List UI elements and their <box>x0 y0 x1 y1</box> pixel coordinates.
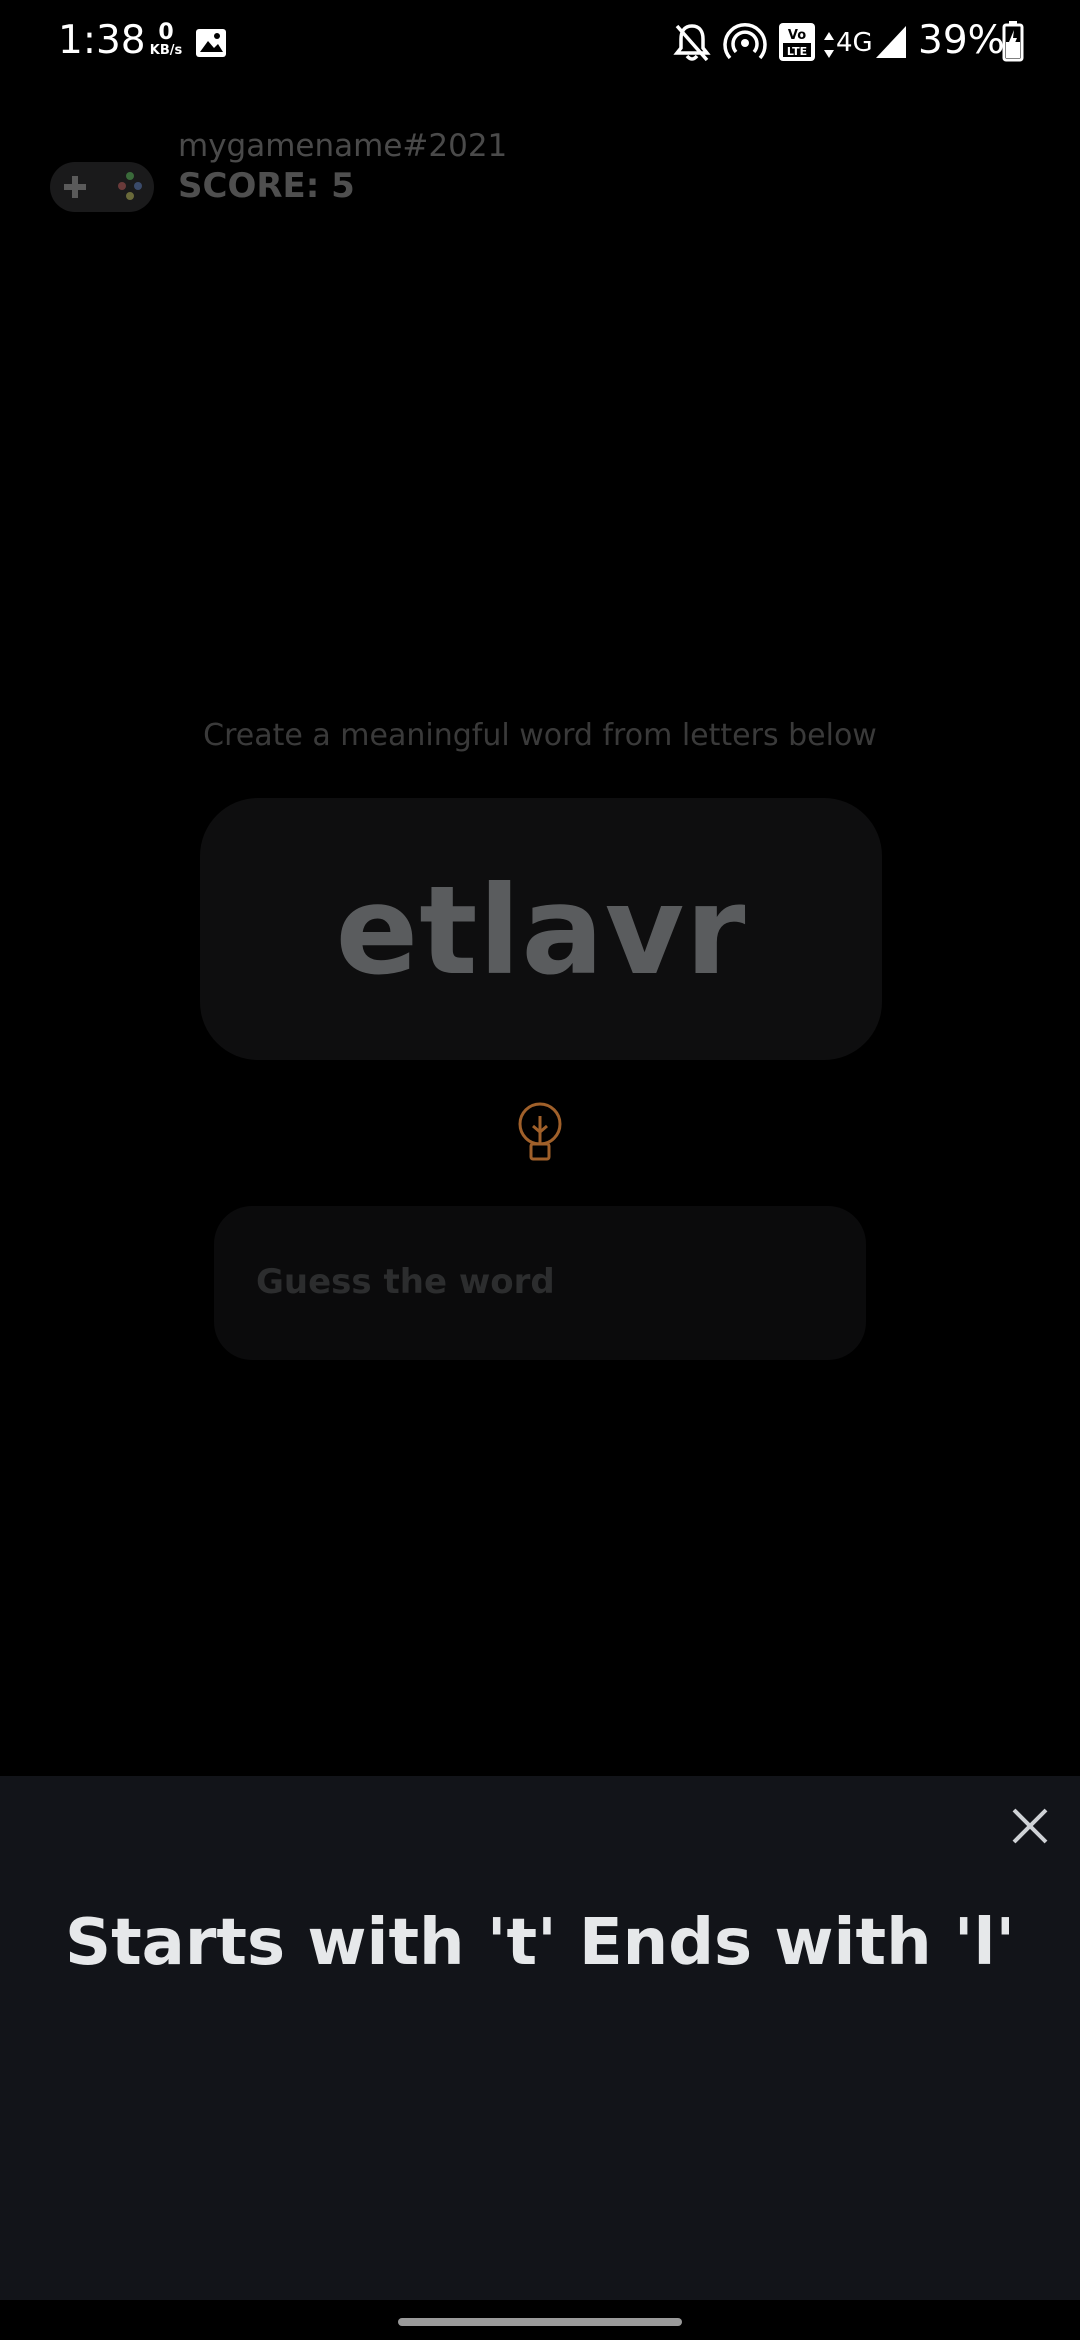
battery-percent: 39% <box>918 18 1005 63</box>
volte-icon: Vo LTE <box>778 22 816 66</box>
gallery-notification-icon <box>194 26 228 64</box>
guess-placeholder: Guess the word <box>256 1262 555 1302</box>
hotspot-icon <box>722 22 768 68</box>
close-icon[interactable] <box>1008 1804 1052 1848</box>
game-name: mygamename#2021 <box>178 128 508 164</box>
net-speed-value: 0 <box>158 20 174 45</box>
cell-signal-icon <box>874 24 908 64</box>
svg-text:Vo: Vo <box>788 28 806 43</box>
svg-text:LTE: LTE <box>787 45 807 58</box>
net-speed-indicator: 0 KB/s <box>146 22 186 58</box>
home-gesture-handle[interactable] <box>398 2318 682 2326</box>
mute-notifications-icon <box>672 22 712 68</box>
net-speed-unit: KB/s <box>149 43 183 58</box>
score-label: SCORE: 5 <box>178 166 355 206</box>
scrambled-letters-card: etlavr <box>200 798 882 1060</box>
gamepad-icon <box>48 158 158 220</box>
battery-charging-icon <box>1002 20 1024 66</box>
instruction-text: Create a meaningful word from letters be… <box>203 718 877 753</box>
status-time: 1:38 <box>58 18 146 63</box>
status-bar: 1:38 0 KB/s Vo LTE 4G 39% <box>0 0 1080 86</box>
data-activity-icon <box>822 30 836 64</box>
scrambled-letters: etlavr <box>335 860 747 1002</box>
hint-text: Starts with 't' Ends with 'l' <box>64 1906 1016 1980</box>
guess-input[interactable]: Guess the word <box>214 1206 866 1360</box>
lightbulb-icon[interactable] <box>512 1100 568 1168</box>
hint-bottom-sheet <box>0 1776 1080 2300</box>
network-type-label: 4G <box>836 28 873 58</box>
